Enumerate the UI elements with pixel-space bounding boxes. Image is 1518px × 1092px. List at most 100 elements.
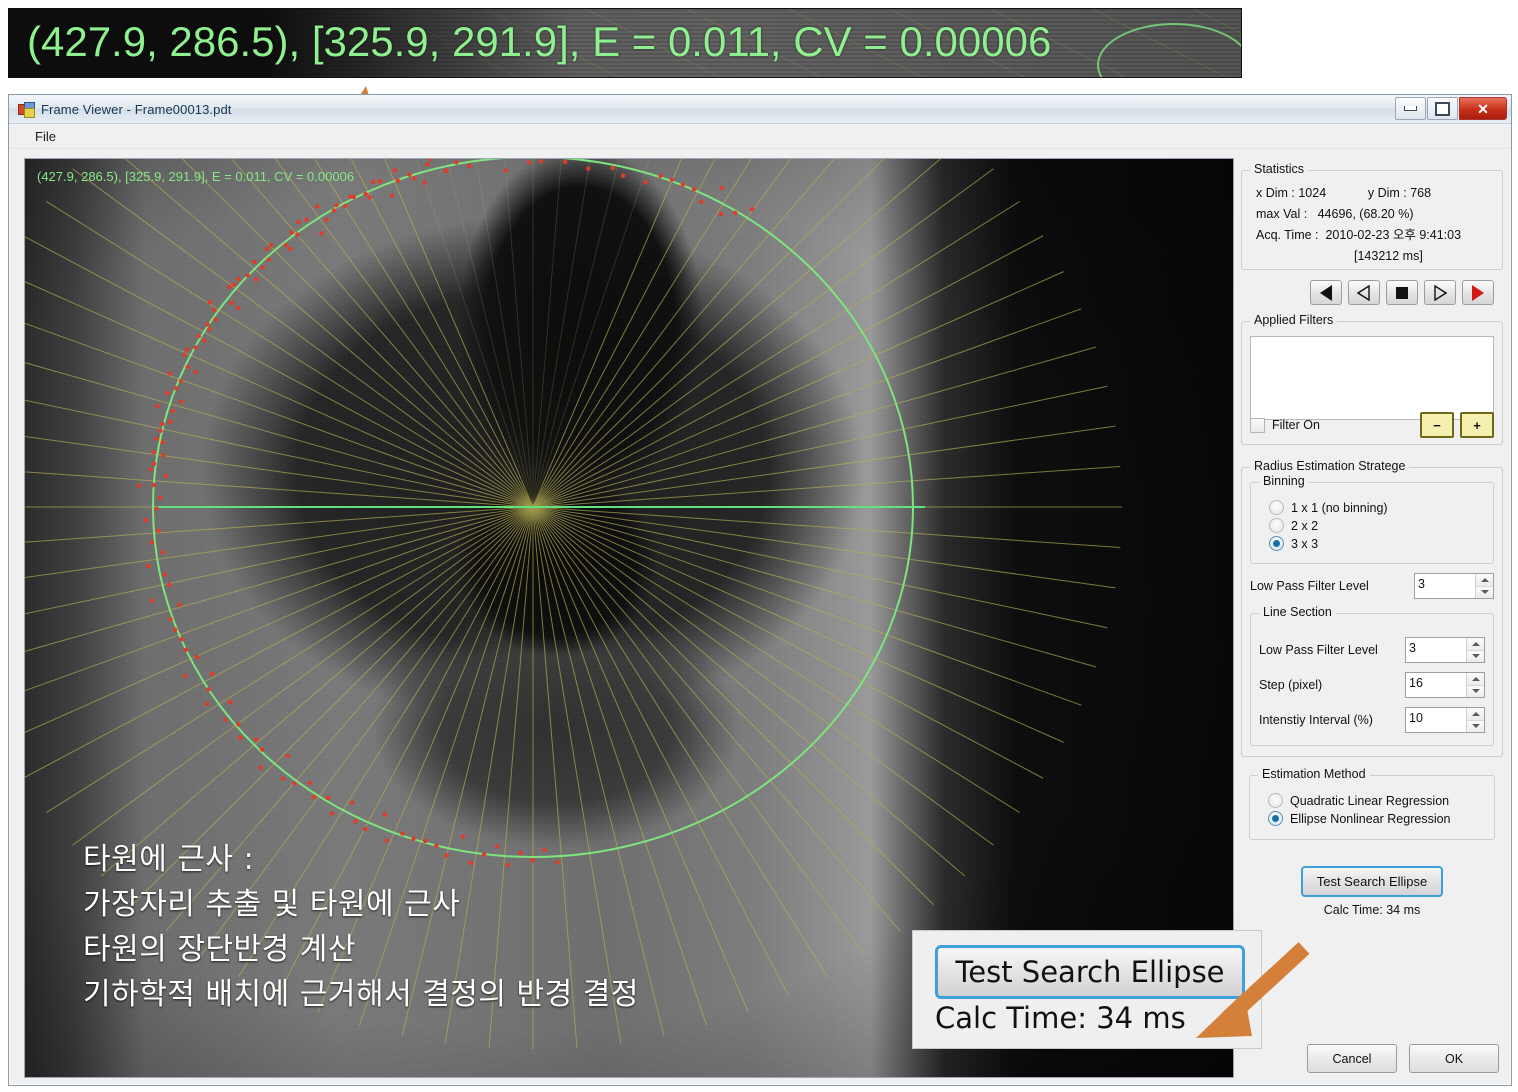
radius-low-pass-value: 3 — [1418, 577, 1425, 591]
applied-filters-list[interactable] — [1250, 336, 1494, 420]
binning-option-2x2-label: 2 x 2 — [1291, 518, 1319, 533]
play-button[interactable] — [1462, 280, 1494, 305]
estimation-option-ellipse-label: Ellipse Nonlinear Regression — [1290, 811, 1451, 826]
binning-option-1x1[interactable]: 1 x 1 (no binning) — [1269, 500, 1493, 515]
radius-low-pass-row: Low Pass Filter Level 3 — [1250, 573, 1494, 599]
estimation-option-quadratic-label: Quadratic Linear Regression — [1290, 793, 1450, 808]
binning-option-1x1-label: 1 x 1 (no binning) — [1291, 500, 1388, 515]
spinner-up-icon[interactable] — [1467, 673, 1484, 686]
estimation-method-group: Estimation Method Quadratic Linear Regre… — [1241, 767, 1503, 850]
cancel-button[interactable]: Cancel — [1307, 1044, 1397, 1073]
spinner-arrows[interactable] — [1466, 638, 1484, 662]
spinner-down-icon[interactable] — [1467, 685, 1484, 697]
maximize-button[interactable] — [1427, 97, 1458, 120]
estimation-option-ellipse[interactable]: Ellipse Nonlinear Regression — [1268, 811, 1494, 826]
next-frame-button[interactable] — [1424, 280, 1456, 305]
step-pixel-spinner[interactable]: 16 — [1405, 672, 1485, 698]
minimize-button[interactable] — [1395, 97, 1426, 120]
spinner-arrows[interactable] — [1475, 574, 1493, 598]
triangle-left-outline-icon — [1357, 284, 1370, 301]
radio-selected-icon — [1269, 536, 1284, 551]
magnified-test-button-callout: Test Search Ellipse Calc Time: 34 ms — [912, 930, 1262, 1049]
statistics-group: Statistics x Dim : 1024 y Dim : 768 max … — [1241, 162, 1503, 270]
test-search-ellipse-button[interactable]: Test Search Ellipse — [1300, 866, 1444, 897]
test-search-area: Test Search Ellipse Calc Time: 34 ms — [1241, 866, 1503, 917]
line-section-group: Line Section Low Pass Filter Level 3 Ste… — [1250, 605, 1494, 746]
frame-navigation-buttons — [1241, 280, 1503, 305]
spinner-up-icon[interactable] — [1476, 574, 1493, 587]
estimation-option-quadratic[interactable]: Quadratic Linear Regression — [1268, 793, 1494, 808]
dialog-buttons: Cancel OK — [1307, 1044, 1499, 1073]
statistics-legend: Statistics — [1250, 162, 1309, 176]
add-filter-button[interactable]: + — [1460, 412, 1494, 438]
magnified-overlay-callout: (427.9, 286.5), [325.9, 291.9], E = 0.01… — [8, 8, 1242, 78]
spinner-down-icon[interactable] — [1476, 586, 1493, 598]
spinner-arrows[interactable] — [1466, 673, 1484, 697]
window-content: (427.9, 286.5), [325.9, 291.9], E = 0.01… — [9, 148, 1511, 1085]
filter-on-checkbox[interactable] — [1250, 417, 1265, 433]
step-pixel-value: 16 — [1409, 676, 1423, 690]
estimation-method-legend: Estimation Method — [1258, 767, 1370, 781]
spinner-arrows[interactable] — [1466, 708, 1484, 732]
radius-low-pass-label: Low Pass Filter Level — [1250, 579, 1369, 593]
intensity-interval-spinner[interactable]: 10 — [1405, 707, 1485, 733]
triangle-right-filled-red-icon — [1472, 284, 1484, 301]
radio-icon — [1269, 500, 1284, 515]
stat-max-value: max Val : 44696, (68.20 %) — [1256, 207, 1414, 221]
prev-frame-button[interactable] — [1348, 280, 1380, 305]
remove-filter-button[interactable]: − — [1420, 412, 1454, 438]
estimation-method-inner: Estimation Method Quadratic Linear Regre… — [1249, 767, 1495, 840]
window-title: Frame Viewer - Frame00013.pdt — [41, 101, 232, 117]
line-section-legend: Line Section — [1259, 605, 1336, 619]
spinner-down-icon[interactable] — [1467, 720, 1484, 732]
radio-icon — [1269, 518, 1284, 533]
filter-controls-row: Filter On − + — [1250, 412, 1494, 438]
line-low-pass-value: 3 — [1409, 641, 1416, 655]
close-button[interactable]: ✕ — [1459, 97, 1507, 120]
square-filled-icon — [1396, 286, 1408, 299]
radio-selected-icon — [1268, 811, 1283, 826]
line-low-pass-row: Low Pass Filter Level 3 — [1259, 637, 1485, 663]
stop-button[interactable] — [1386, 280, 1418, 305]
spinner-up-icon[interactable] — [1467, 638, 1484, 651]
menu-bar: File — [9, 124, 1511, 149]
first-frame-button[interactable] — [1310, 280, 1342, 305]
settings-panel: Statistics x Dim : 1024 y Dim : 768 max … — [1241, 158, 1503, 1085]
stat-acq-time: Acq. Time : 2010-02-23 오후 9:41:03 — [1256, 228, 1462, 242]
frame-viewer-window: Frame Viewer - Frame00013.pdt ✕ File (42… — [8, 94, 1512, 1086]
intensity-interval-label: Intenstiy Interval (%) — [1259, 713, 1373, 727]
filter-on-label: Filter On — [1272, 418, 1320, 432]
stat-dimensions: x Dim : 1024 y Dim : 768 — [1256, 186, 1432, 200]
intensity-interval-row: Intenstiy Interval (%) 10 — [1259, 707, 1485, 733]
triangle-right-outline-icon — [1434, 284, 1447, 301]
magnified-test-search-ellipse-button: Test Search Ellipse — [935, 945, 1245, 999]
spinner-down-icon[interactable] — [1467, 650, 1484, 662]
window-controls: ✕ — [1395, 97, 1507, 120]
line-low-pass-label: Low Pass Filter Level — [1259, 643, 1378, 657]
radius-low-pass-spinner[interactable]: 3 — [1414, 573, 1494, 599]
step-pixel-label: Step (pixel) — [1259, 678, 1323, 692]
line-low-pass-spinner[interactable]: 3 — [1405, 637, 1485, 663]
applied-filters-legend: Applied Filters — [1250, 313, 1338, 327]
spinner-up-icon[interactable] — [1467, 708, 1484, 721]
triangle-left-filled-icon — [1320, 284, 1332, 301]
binning-legend: Binning — [1259, 474, 1309, 488]
radius-estimation-group: Radius Estimation Stratege Binning 1 x 1… — [1241, 459, 1503, 757]
magnified-calc-time-label: Calc Time: 34 ms — [935, 1001, 1186, 1035]
radius-estimation-legend: Radius Estimation Stratege — [1250, 459, 1410, 473]
binning-option-3x3-label: 3 x 3 — [1291, 536, 1319, 551]
radio-icon — [1268, 793, 1283, 808]
binning-option-2x2[interactable]: 2 x 2 — [1269, 518, 1493, 533]
binning-option-3x3[interactable]: 3 x 3 — [1269, 536, 1493, 551]
intensity-interval-value: 10 — [1409, 711, 1423, 725]
magnified-overlay-text: (427.9, 286.5), [325.9, 291.9], E = 0.01… — [27, 18, 1052, 65]
step-pixel-row: Step (pixel) 16 — [1259, 672, 1485, 698]
calc-time-label: Calc Time: 34 ms — [1323, 903, 1421, 917]
stat-acq-ms: [143212 ms] — [1354, 249, 1423, 263]
title-bar: Frame Viewer - Frame00013.pdt ✕ — [9, 95, 1511, 124]
ok-button[interactable]: OK — [1409, 1044, 1499, 1073]
applied-filters-group: Applied Filters Filter On − + — [1241, 313, 1503, 445]
image-overlay-text: (427.9, 286.5), [325.9, 291.9], E = 0.01… — [37, 169, 355, 184]
menu-item-file[interactable]: File — [25, 126, 66, 147]
application-icon — [18, 102, 35, 118]
